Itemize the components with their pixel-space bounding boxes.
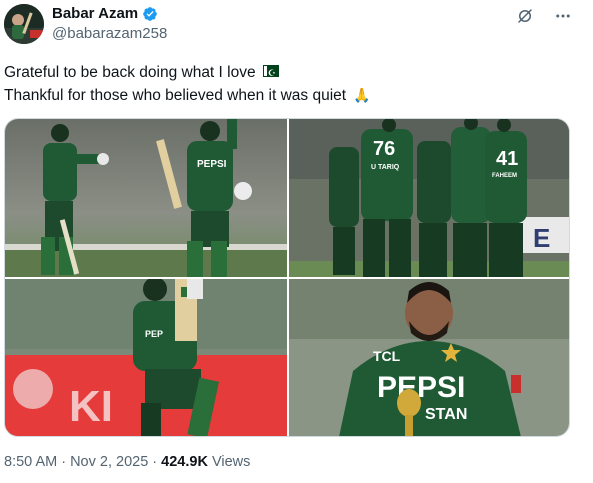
author-avatar[interactable] — [4, 4, 44, 44]
svg-text:STAN: STAN — [425, 406, 467, 423]
timestamp-link[interactable]: 8:50 AM · Nov 2, 2025 — [4, 454, 148, 470]
media-grid: PEPSI E 76 U TARIQ 41 FAHEEM KI PEP TCL … — [4, 118, 570, 437]
pakistan-flag-icon — [263, 62, 278, 85]
tweet: Babar Azam @babarazam258 Grateful to be … — [0, 0, 593, 483]
views-label: Views — [207, 454, 251, 470]
author-handle[interactable]: @babarazam258 — [52, 25, 167, 42]
svg-text:FAHEEM: FAHEEM — [492, 173, 517, 179]
more-options-icon[interactable] — [553, 6, 573, 26]
verified-badge-icon — [143, 6, 157, 21]
photo-team-huddle[interactable]: E 76 U TARIQ 41 FAHEEM — [289, 119, 569, 277]
svg-text:PEPSI: PEPSI — [377, 371, 465, 404]
author-name[interactable]: Babar Azam — [52, 5, 138, 22]
photo-trophy-portrait[interactable]: TCL PEPSI STAN — [289, 279, 569, 436]
tweet-line-1: Grateful to be back doing what I love — [4, 64, 256, 81]
svg-text:41: 41 — [496, 148, 518, 170]
svg-text:76: 76 — [373, 138, 395, 160]
svg-text:TCL: TCL — [373, 348, 401, 364]
svg-text:U TARIQ: U TARIQ — [371, 164, 400, 171]
svg-text:PEP: PEP — [145, 329, 163, 339]
svg-text:E: E — [533, 223, 550, 253]
meta-separator: · — [148, 454, 162, 470]
photo-bat-raised[interactable]: KI PEP — [5, 279, 287, 436]
tweet-text: Grateful to be back doing what I love Th… — [4, 61, 371, 107]
photo-batting-celebration[interactable]: PEPSI — [5, 119, 287, 277]
tweet-meta: 8:50 AM · Nov 2, 2025 · 424.9K Views — [4, 454, 250, 470]
tweet-line-2: Thankful for those who believed when it … — [4, 87, 347, 104]
svg-text:PEPSI: PEPSI — [197, 159, 227, 170]
grok-icon[interactable] — [515, 6, 535, 26]
views-count[interactable]: 424.9K — [161, 454, 208, 470]
folded-hands-icon: 🙏 — [353, 87, 371, 103]
svg-text:KI: KI — [69, 382, 113, 431]
